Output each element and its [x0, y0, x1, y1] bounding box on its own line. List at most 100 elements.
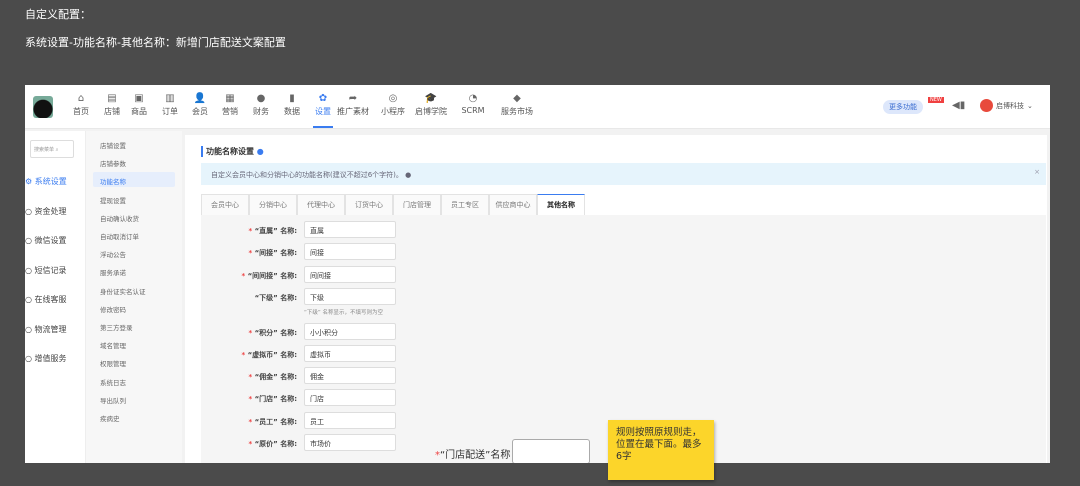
field-label-text: “虚拟币” 名称: [247, 351, 297, 359]
field-input[interactable]: 间间接 [304, 266, 396, 283]
field-label-text: “原价” 名称: [254, 440, 297, 448]
field-label-text: “间接” 名称: [254, 249, 297, 257]
tab-bar: 会员中心 分销中心 代理中心 订货中心 门店管理 员工专区 供应商中心 其他名称 [201, 194, 1046, 216]
nav-label: 启博学院 [415, 107, 447, 116]
menu-search-input[interactable]: 搜索菜单 ⌕ [30, 140, 74, 158]
field-label-text: “间间接” 名称: [247, 272, 297, 280]
sidebar-item-icon: ○ [25, 206, 35, 216]
field-input[interactable]: 虚拟币 [304, 345, 396, 362]
field-input[interactable]: 下级 [304, 288, 396, 305]
submenu-item[interactable]: 自动取消订单 [93, 227, 175, 242]
help-icon[interactable]: ● [257, 147, 264, 156]
top-nav: ⌂ 首页 ▤ 店铺 ▣ 商品 ▥ 订单 👤 会员 ▦ 营销 ● 财务 ▮ 数据 ✿ 设置 ➦ 推广素材 ◎ 小程序 🎓 启博学… [25, 85, 1050, 129]
submenu-item[interactable]: 权限管理 [93, 354, 175, 369]
account-menu[interactable]: 启博科技 ⌄ [980, 99, 1033, 112]
submenu-item[interactable]: 第三方登录 [93, 318, 175, 333]
field-label-text: “佣金” 名称: [254, 373, 297, 381]
store-delivery-input[interactable] [512, 439, 590, 463]
nav-label: 订单 [162, 107, 178, 116]
info-banner: 自定义会员中心和分销中心的功能名称(建议不超过6个字符)。 ● × [201, 163, 1046, 185]
submenu-item[interactable]: 服务承诺 [93, 263, 175, 278]
sidebar-item-icon: ○ [25, 354, 35, 363]
sidebar-item[interactable]: ○ 短信记录 [25, 265, 67, 276]
tab-item[interactable]: 分销中心 [249, 194, 297, 215]
sidebar-item-icon: ○ [25, 295, 35, 304]
sidebar-item-label: 在线客服 [34, 295, 67, 304]
nav-label: 店铺 [104, 107, 120, 116]
new-badge: NEW [928, 97, 944, 103]
speaker-icon[interactable]: ◀▮ [952, 100, 965, 111]
market-icon: ◆ [513, 93, 521, 104]
secondary-sidebar: 店铺设置店铺参数功能名称提现设置自动确认收货 自动取消订单 浮动公告服务承诺身份证实… [85, 131, 182, 463]
submenu-item[interactable]: 自动确认收货 [93, 209, 175, 224]
tab-item[interactable]: 其他名称 [537, 194, 585, 215]
search-icon: ⌕ [55, 147, 59, 153]
main-content: 功能名称设置 ● 自定义会员中心和分销中心的功能名称(建议不超过6个字符)。 ●… [185, 135, 1047, 463]
field-input[interactable]: 小小积分 [304, 323, 396, 340]
nav-label: 数据 [284, 107, 300, 116]
submenu-item[interactable]: 店铺参数 [93, 154, 175, 169]
field-input[interactable]: 间接 [304, 243, 396, 260]
brand-avatar [980, 99, 993, 112]
field-input[interactable]: 门店 [304, 389, 396, 406]
field-label: * “原价” 名称: [248, 439, 297, 449]
submenu-item[interactable]: 浮动公告 [93, 245, 175, 260]
tab-item[interactable]: 订货中心 [345, 194, 393, 215]
submenu-item[interactable]: 提现设置 [93, 191, 175, 206]
field-input[interactable]: 市场价 [304, 434, 396, 451]
nav-label: 首页 [73, 107, 89, 116]
academy-icon: 🎓 [424, 93, 438, 104]
submenu-item[interactable]: 身份证实名认证 [93, 282, 175, 297]
tab-item[interactable]: 会员中心 [201, 194, 249, 215]
sidebar-item-icon: ○ [25, 236, 35, 245]
tab-item[interactable]: 代理中心 [297, 194, 345, 215]
sidebar-item[interactable]: ○ 资金处理 [25, 206, 67, 217]
field-label: * “积分” 名称: [248, 328, 297, 338]
field-input[interactable]: 直属 [304, 221, 396, 238]
field-label-text: “员工” 名称: [254, 418, 297, 426]
submenu-item[interactable]: 疾病史 [93, 409, 175, 424]
sidebar-item[interactable]: ○ 增值服务 [25, 353, 67, 364]
tab-item[interactable]: 供应商中心 [489, 194, 537, 215]
sidebar-item[interactable]: ○ 微信设置 [25, 235, 67, 246]
nav-scrm[interactable]: ◔ SCRM [449, 93, 497, 115]
nav-academy[interactable]: 🎓 启博学院 [407, 93, 455, 117]
sidebar-item[interactable]: ○ 物流管理 [25, 324, 67, 335]
submenu-item[interactable]: 系统日志 [93, 373, 175, 388]
nav-label: 商品 [131, 107, 147, 116]
sidebar-item-label: 系统设置 [34, 177, 67, 186]
field-input[interactable]: 员工 [304, 412, 396, 429]
submenu-item[interactable]: 修改密码 [93, 300, 175, 315]
sidebar-item-label: 物流管理 [34, 324, 67, 334]
sidebar-item-icon: ⚙ [25, 177, 35, 186]
sidebar-item-label: 增值服务 [34, 354, 67, 363]
submenu-item[interactable]: 店铺设置 [93, 136, 175, 151]
nav-label: 营销 [222, 107, 238, 116]
tab-item[interactable]: 员工专区 [441, 194, 489, 215]
sidebar-item[interactable]: ○ 在线客服 [25, 294, 67, 305]
submenu-item[interactable]: 域名管理 [93, 336, 175, 351]
chevron-down-icon: ⌄ [1027, 101, 1033, 110]
field-input[interactable]: 佣金 [304, 367, 396, 384]
nav-label: 会员 [192, 107, 208, 116]
close-icon[interactable]: × [1034, 168, 1040, 176]
submenu-item[interactable]: 功能名称 [93, 172, 175, 188]
submenu-item[interactable]: 导出队列 [93, 391, 175, 406]
tab-item[interactable]: 门店管理 [393, 194, 441, 215]
field-label: * “间间接” 名称: [241, 271, 297, 281]
nav-label: 财务 [253, 107, 269, 116]
store-delivery-label: *“门店配送”名称 [435, 450, 511, 461]
info-icon: ● [405, 171, 412, 179]
sidebar-item[interactable]: ⚙ 系统设置 [25, 176, 67, 187]
more-features-button[interactable]: 更多功能 [883, 100, 923, 114]
nav-label: 推广素材 [337, 107, 369, 116]
nav-market[interactable]: ◆ 服务市场 [493, 93, 541, 117]
primary-sidebar: 搜索菜单 ⌕ ⚙ 系统设置 ○ 资金处理 ○ 微信设置 ○ 短信记录 ○ 在线客服 ○ 物… [25, 131, 85, 463]
shop-logo[interactable] [33, 96, 53, 118]
nav-label: 服务市场 [501, 107, 533, 116]
field-label: * “门店” 名称: [248, 394, 297, 404]
sidebar-item-icon: ○ [25, 324, 35, 334]
field-label: * “佣金” 名称: [248, 372, 297, 382]
field-label: * “员工” 名称: [248, 417, 297, 427]
scrm-icon: ◔ [468, 93, 478, 104]
